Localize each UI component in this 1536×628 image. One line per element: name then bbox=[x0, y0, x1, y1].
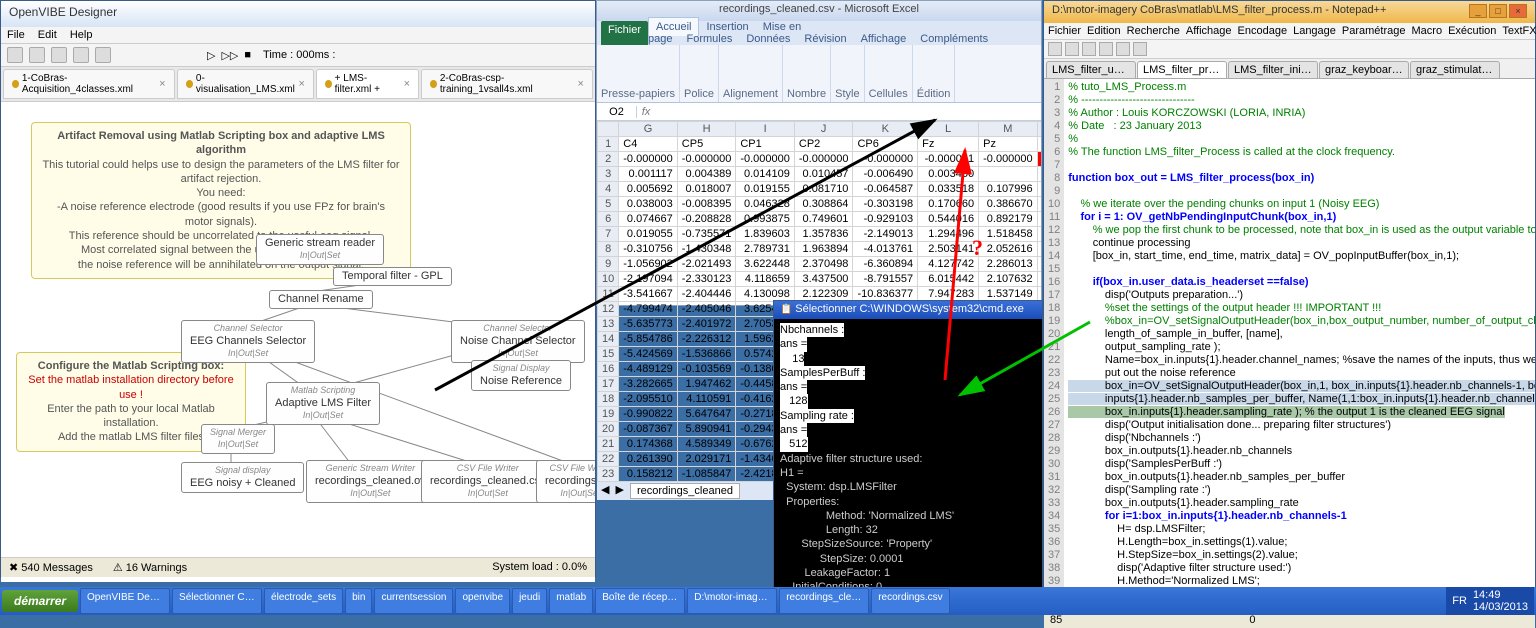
box-generic-stream-reader[interactable]: Generic stream readerIn|Out|Set bbox=[256, 234, 384, 265]
box-csv-writer-raw[interactable]: CSV File Writerrecordings.csvIn|Out|Set bbox=[536, 460, 595, 503]
minimize-icon[interactable]: _ bbox=[1469, 4, 1487, 18]
box-generic-stream-writer[interactable]: Generic Stream Writerrecordings_cleaned.… bbox=[306, 460, 435, 503]
menu-help[interactable]: Help bbox=[70, 29, 93, 41]
redo-icon[interactable] bbox=[95, 47, 111, 63]
status-bar: ✖ 540 Messages ⚠ 16 Warnings System load… bbox=[1, 557, 595, 577]
window-title: D:\motor-imagery CoBras\matlab\LMS_filte… bbox=[1044, 1, 1535, 23]
start-button[interactable]: démarrer bbox=[2, 590, 78, 612]
formula-bar: O2 fx bbox=[597, 103, 1041, 121]
ribbon-group: Police bbox=[680, 45, 719, 102]
menu-bar: Fichier Edition Recherche Affichage Encodage… bbox=[1044, 23, 1535, 40]
openvibe-designer-window: OpenVIBE Designer File Edit Help ▷▷▷■ Ti… bbox=[0, 0, 596, 578]
sheet-tab[interactable]: recordings_cleaned bbox=[630, 483, 740, 499]
taskbar-button[interactable]: matlab bbox=[549, 588, 593, 614]
ribbon: Presse-papiersPoliceAlignementNombreStyl… bbox=[597, 45, 1041, 103]
tab-file[interactable]: Fichier bbox=[601, 21, 648, 45]
maximize-icon[interactable]: □ bbox=[1489, 4, 1507, 18]
name-box[interactable]: O2 bbox=[597, 106, 637, 118]
menu-item[interactable]: Macro bbox=[1412, 25, 1443, 37]
box-adaptive-lms[interactable]: Matlab ScriptingAdaptive LMS FilterIn|Ou… bbox=[266, 382, 380, 425]
scenario-tab[interactable]: 1-CoBras-Acquisition_4classes.xml × bbox=[3, 69, 175, 99]
console-output[interactable]: Nbchannels : ans = 13 SamplesPerBuff : a… bbox=[774, 319, 1042, 595]
box-eeg-noisy-cleaned[interactable]: Signal displayEEG noisy + Cleaned bbox=[181, 462, 304, 493]
menu-item[interactable]: Langage bbox=[1293, 25, 1336, 37]
taskbar-button[interactable]: Sélectionner C:\... bbox=[172, 588, 262, 614]
code-editor[interactable]: 1234567891011121314151617181920212223242… bbox=[1044, 79, 1535, 599]
editor-tab[interactable]: LMS_filter_initialize.m bbox=[1228, 61, 1318, 78]
cut-icon[interactable] bbox=[1099, 42, 1113, 56]
fx-icon[interactable]: fx bbox=[637, 106, 655, 118]
scenario-tab[interactable]: + LMS-filter.xml + × bbox=[316, 69, 419, 99]
scenario-tabs: 1-CoBras-Acquisition_4classes.xml ×0-vis… bbox=[1, 67, 595, 102]
ribbon-group: Cellules bbox=[865, 45, 913, 102]
window-title: OpenVIBE Designer bbox=[1, 1, 595, 27]
ribbon-group: Style bbox=[831, 45, 864, 102]
ribbon-group: Édition bbox=[913, 45, 956, 102]
editor-tab[interactable]: graz_stimulation_scenario.xml bbox=[1410, 61, 1500, 78]
scenario-tab[interactable]: 2-CoBras-csp-training_1vsall4s.xml × bbox=[421, 69, 593, 99]
editor-tabs: LMS_filter_uninitialize.mLMS_filter_proc… bbox=[1044, 59, 1535, 79]
undo-icon[interactable] bbox=[73, 47, 89, 63]
box-channel-rename[interactable]: Channel Rename bbox=[269, 290, 373, 309]
open-icon[interactable] bbox=[1065, 42, 1079, 56]
paste-icon[interactable] bbox=[1133, 42, 1147, 56]
save-icon[interactable] bbox=[51, 47, 67, 63]
time-label: Time : 000ms : bbox=[263, 49, 335, 61]
ribbon-tabs: Fichier AccueilInsertionMise en pageForm… bbox=[597, 21, 1041, 45]
taskbar-button[interactable]: Boîte de récepti... bbox=[595, 588, 685, 614]
taskbar-button[interactable]: électrode_sets bbox=[264, 588, 343, 614]
annotation-question-mark: ? bbox=[972, 235, 983, 261]
menu-item[interactable]: Fichier bbox=[1048, 25, 1081, 37]
menu-item[interactable]: Recherche bbox=[1127, 25, 1180, 37]
taskbar-button[interactable]: openvibe bbox=[455, 588, 510, 614]
taskbar-button[interactable]: recordings.csv bbox=[871, 588, 949, 614]
box-signal-merger[interactable]: Signal MergerIn|Out|Set bbox=[201, 424, 275, 454]
menu-item[interactable]: Affichage bbox=[1186, 25, 1232, 37]
menu-edit[interactable]: Edit bbox=[38, 29, 57, 41]
open-icon[interactable] bbox=[29, 47, 45, 63]
taskbar-button[interactable]: D:\motor-imager... bbox=[687, 588, 777, 614]
menu-bar: File Edit Help bbox=[1, 27, 595, 44]
menu-item[interactable]: Exécution bbox=[1448, 25, 1496, 37]
taskbar-button[interactable]: recordings_clea... bbox=[779, 588, 869, 614]
close-icon[interactable]: × bbox=[1509, 4, 1527, 18]
windows-taskbar: démarrer OpenVIBE Desig...Sélectionner C… bbox=[0, 587, 1536, 615]
new-icon[interactable] bbox=[1048, 42, 1062, 56]
box-noise-reference[interactable]: Signal DisplayNoise Reference bbox=[471, 360, 571, 391]
menu-item[interactable]: Paramétrage bbox=[1342, 25, 1406, 37]
editor-tab[interactable]: LMS_filter_uninitialize.m bbox=[1046, 61, 1136, 78]
ribbon-group: Alignement bbox=[719, 45, 783, 102]
designer-canvas[interactable]: Artifact Removal using Matlab Scripting … bbox=[1, 102, 595, 582]
new-icon[interactable] bbox=[7, 47, 23, 63]
cmd-window: 📋 Sélectionner C:\WINDOWS\system32\cmd.e… bbox=[773, 300, 1043, 596]
save-icon[interactable] bbox=[1082, 42, 1096, 56]
notepadpp-window: D:\motor-imagery CoBras\matlab\LMS_filte… bbox=[1043, 0, 1536, 600]
editor-tab[interactable]: graz_keyboard_to_stimulations.lxf bbox=[1319, 61, 1409, 78]
menu-item[interactable]: TextFX bbox=[1502, 25, 1536, 37]
scenario-tab[interactable]: 0-visualisation_LMS.xml × bbox=[177, 69, 314, 99]
ribbon-group: Presse-papiers bbox=[597, 45, 680, 102]
toolbar bbox=[1044, 40, 1535, 59]
box-eeg-channels-selector[interactable]: Channel SelectorEEG Channels SelectorIn|… bbox=[181, 320, 315, 363]
box-csv-writer-cleaned[interactable]: CSV File Writerrecordings_cleaned.csvIn|… bbox=[421, 460, 555, 503]
clock: 14:4914/03/2013 bbox=[1473, 589, 1528, 613]
taskbar-button[interactable]: bin bbox=[345, 588, 372, 614]
toolbar: ▷▷▷■ Time : 000ms : bbox=[1, 44, 595, 67]
ribbon-group: Nombre bbox=[783, 45, 831, 102]
taskbar-button[interactable]: jeudi bbox=[512, 588, 547, 614]
taskbar-button[interactable]: currentsession bbox=[374, 588, 453, 614]
menu-item[interactable]: Encodage bbox=[1238, 25, 1288, 37]
window-title: 📋 Sélectionner C:\WINDOWS\system32\cmd.e… bbox=[774, 301, 1042, 319]
system-tray[interactable]: FR 14:4914/03/2013 bbox=[1446, 587, 1534, 615]
taskbar-button[interactable]: OpenVIBE Desig... bbox=[80, 588, 170, 614]
menu-file[interactable]: File bbox=[7, 29, 25, 41]
box-temporal-filter[interactable]: Temporal filter - GPL bbox=[333, 267, 452, 286]
language-indicator[interactable]: FR bbox=[1452, 595, 1467, 607]
copy-icon[interactable] bbox=[1116, 42, 1130, 56]
menu-item[interactable]: Edition bbox=[1087, 25, 1121, 37]
box-noise-channel-selector[interactable]: Channel SelectorNoise Channel SelectorIn… bbox=[451, 320, 585, 363]
editor-tab[interactable]: LMS_filter_process.m bbox=[1137, 61, 1227, 78]
